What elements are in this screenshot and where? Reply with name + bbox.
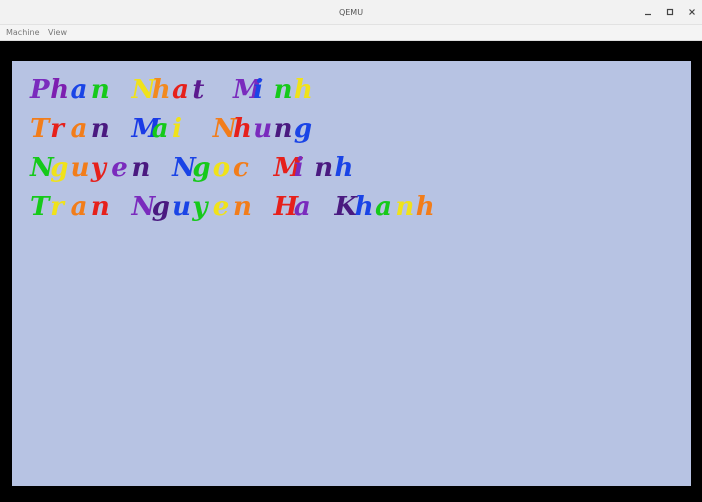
window-title: QEMU [338, 8, 364, 17]
screen-glyph: h [334, 153, 354, 183]
screen-glyph: a [375, 192, 392, 222]
screen-glyph: a [172, 75, 189, 105]
screen-glyph: n [314, 153, 334, 183]
screen-glyph: h [293, 75, 313, 105]
screen-glyph: n [273, 75, 293, 105]
screen-glyph: h [50, 75, 70, 105]
screen-glyph: n [233, 192, 252, 222]
screen-glyph: i [253, 75, 264, 105]
screen-glyph: g [151, 192, 170, 222]
screen-glyph: g [293, 114, 313, 144]
screen-glyph: n [273, 114, 293, 144]
screen-glyph: P [30, 75, 50, 105]
screen-glyph: e [212, 192, 230, 222]
screen-glyph: y [90, 153, 106, 183]
minimize-icon [645, 13, 651, 16]
screen-glyph: e [111, 153, 128, 183]
menu-view[interactable]: View [48, 25, 67, 41]
screen-glyph: g [192, 153, 211, 183]
screen-glyph: r [50, 192, 64, 222]
screen-glyph: i [293, 153, 304, 183]
guest-screen[interactable]: PhanNhatMinh TranMaiNhung NguyenNgocMinh Tr… [12, 61, 691, 486]
screen-glyph: y [192, 192, 208, 222]
close-button[interactable] [686, 6, 698, 18]
screen-glyph: n [90, 192, 110, 222]
minimize-button[interactable] [642, 6, 654, 18]
screen-glyph: T [30, 192, 50, 222]
screen-glyph: h [415, 192, 435, 222]
screen-glyph: i [172, 114, 182, 144]
screen-text-line: TranMaiNhung [30, 114, 335, 144]
screen-glyph: t [192, 75, 205, 105]
menu-machine[interactable]: Machine [6, 25, 40, 41]
screen-glyph: T [30, 114, 50, 144]
screen-glyph: a [70, 114, 88, 144]
screen-glyph: a [70, 192, 88, 222]
screen-glyph: h [151, 75, 171, 105]
screen-glyph: a [70, 75, 88, 105]
screen-glyph: K [334, 192, 358, 222]
screen-text-line: NguyenNgocMinh [30, 153, 375, 183]
maximize-button[interactable] [664, 6, 676, 18]
screen-text-line: TranNguyenHaKhanh [30, 192, 456, 222]
screen-glyph: a [151, 114, 169, 144]
screen-glyph: n [395, 192, 415, 222]
screen-glyph: o [212, 153, 231, 183]
screen-glyph: n [90, 114, 110, 144]
screen-glyph: c [233, 153, 249, 183]
screen-glyph: n [131, 153, 151, 183]
screen-text-line: PhanNhatMinh [30, 75, 335, 105]
title-bar[interactable]: QEMU [0, 0, 702, 25]
screen-glyph: u [70, 153, 90, 183]
screen-glyph: u [253, 114, 273, 144]
vm-display[interactable]: PhanNhatMinh TranMaiNhung NguyenNgocMinh Tr… [0, 41, 702, 502]
close-icon [689, 9, 695, 15]
screen-glyph: u [172, 192, 191, 222]
screen-glyph: h [354, 192, 374, 222]
maximize-icon [666, 8, 674, 16]
screen-glyph: a [293, 192, 311, 222]
screen-glyph: r [50, 114, 64, 144]
menu-bar: Machine View [0, 25, 702, 41]
screen-glyph: n [90, 75, 110, 105]
screen-glyph: h [233, 114, 252, 144]
screen-glyph: g [50, 153, 69, 183]
